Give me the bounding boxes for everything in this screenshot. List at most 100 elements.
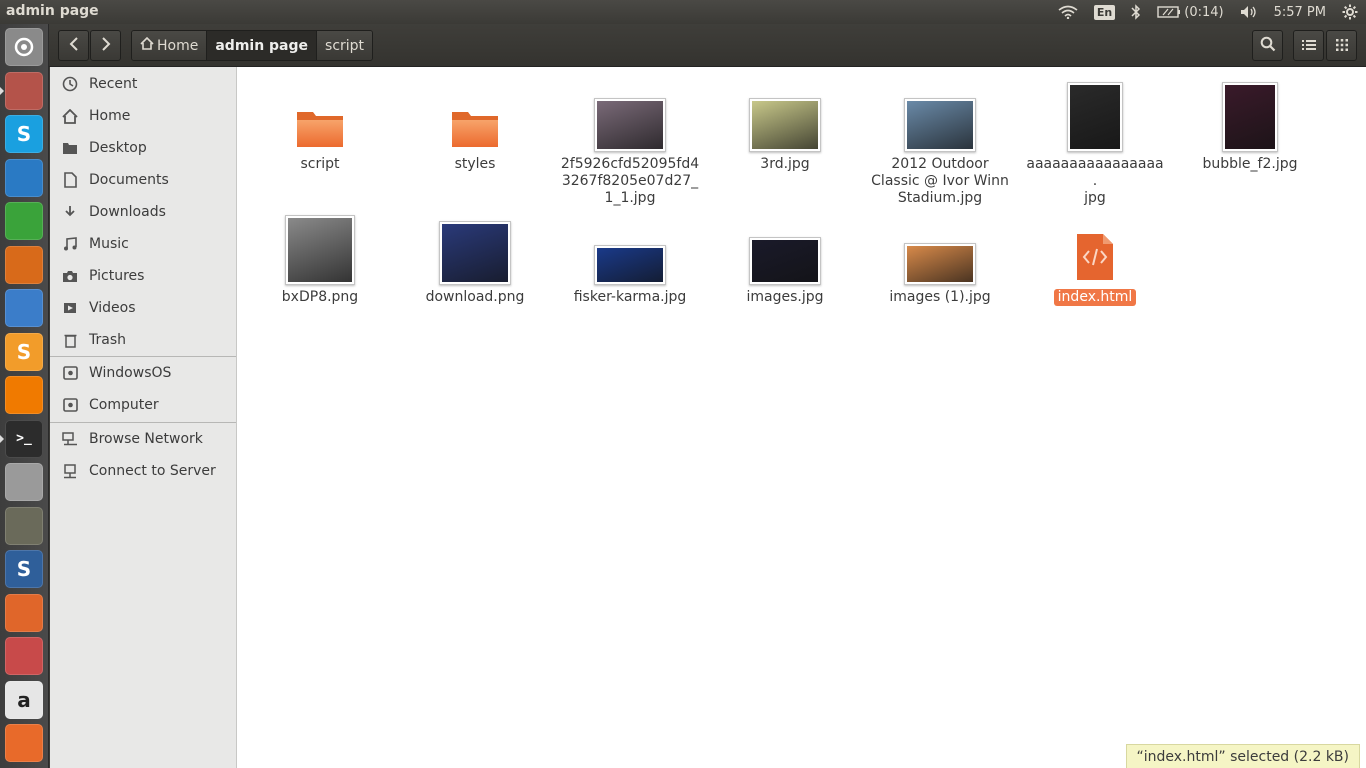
sidebar-item-label: Trash	[89, 332, 126, 348]
html-file-icon	[1076, 233, 1114, 285]
chevron-right-icon	[101, 36, 111, 55]
wifi-icon[interactable]	[1050, 0, 1086, 24]
file-icon-area	[865, 70, 1015, 152]
battery-icon	[1157, 6, 1181, 18]
sidebar-item-label: Desktop	[89, 140, 147, 156]
sidebar-item-documents[interactable]: Documents	[50, 165, 236, 195]
file-item[interactable]: bubble_f2.jpg	[1175, 70, 1325, 173]
path-bar: Home admin page script	[131, 30, 374, 61]
sidebar-item-music[interactable]: Music	[50, 229, 236, 259]
file-item[interactable]: images (1).jpg	[865, 203, 1015, 306]
thumbnail-image	[1225, 85, 1275, 149]
crumb-home[interactable]: Home	[132, 31, 208, 60]
file-item[interactable]: images.jpg	[710, 203, 860, 306]
dash-home-icon[interactable]	[5, 28, 43, 66]
grid-view-button[interactable]	[1326, 30, 1357, 61]
thumbnail-image	[597, 101, 663, 149]
amazon-icon[interactable]: a	[5, 680, 43, 719]
sidebar-item-label: Recent	[89, 76, 138, 92]
file-item[interactable]: styles	[400, 70, 550, 173]
folder-icon	[60, 141, 80, 155]
software-center-icon[interactable]	[5, 724, 43, 762]
crumb-current[interactable]: admin page	[207, 31, 318, 60]
launcher: S S >_ Sa	[0, 24, 49, 768]
file-item[interactable]: script	[245, 70, 395, 173]
sidebar-item-windowsos[interactable]: WindowsOS	[50, 358, 236, 388]
sidebar-item-label: Pictures	[89, 268, 145, 284]
sidebar-item-recent[interactable]: Recent	[50, 69, 236, 99]
file-name: bubble_f2.jpg	[1202, 156, 1298, 172]
sidebar-item-downloads[interactable]: Downloads	[50, 197, 236, 227]
sidebar-item-browse-network[interactable]: Browse Network	[50, 424, 236, 454]
chromium-icon[interactable]	[5, 289, 43, 327]
image-thumbnail	[904, 98, 976, 152]
system-gear-icon[interactable]	[1334, 0, 1366, 24]
file-item[interactable]: bxDP8.png	[245, 203, 395, 306]
sidebar: Recent Home Desktop Documents Downloads Music…	[50, 67, 237, 768]
home-icon	[60, 108, 80, 124]
back-button[interactable]	[58, 30, 89, 61]
launcher-running-indicator	[0, 434, 4, 443]
image-thumbnail	[749, 237, 821, 285]
file-item[interactable]: 3rd.jpg	[710, 70, 860, 173]
file-icon-area	[710, 70, 860, 152]
file-name: script	[300, 156, 340, 172]
files-icon[interactable]	[5, 71, 43, 110]
impress-icon[interactable]	[5, 245, 43, 284]
image-thumbnail	[594, 245, 666, 285]
sidebar-item-desktop[interactable]: Desktop	[50, 133, 236, 163]
sidebar-item-label: Home	[89, 108, 131, 124]
server-icon	[60, 463, 80, 479]
file-item[interactable]: fisker-karma.jpg	[555, 203, 705, 306]
software-s-icon[interactable]: S	[5, 550, 43, 588]
sidebar-item-videos[interactable]: Videos	[50, 293, 236, 323]
gimp-icon[interactable]	[5, 506, 43, 545]
launcher-running-indicator	[0, 86, 4, 95]
file-item[interactable]: aaaaaaaaaaaaaaaa. jpg	[1020, 70, 1170, 207]
sidebar-item-home[interactable]: Home	[50, 101, 236, 131]
search-button[interactable]	[1252, 30, 1283, 61]
file-item[interactable]: index.html	[1020, 203, 1170, 306]
calc-icon[interactable]	[5, 202, 43, 240]
folder-icon	[296, 108, 344, 152]
sublime-icon[interactable]: S	[5, 332, 43, 371]
settings-icon[interactable]	[5, 637, 43, 675]
thumbnail-image	[597, 248, 663, 282]
battery-indicator[interactable]: (0:14)	[1149, 0, 1231, 24]
sidebar-item-connect-to-server[interactable]: Connect to Server	[50, 456, 236, 486]
keyboard-layout-indicator[interactable]: En	[1086, 0, 1123, 24]
top-panel: admin page En (0:14) 5:57 PM	[0, 0, 1366, 24]
bluetooth-icon[interactable]	[1123, 0, 1149, 24]
skype-icon[interactable]: S	[5, 115, 43, 153]
sidebar-item-computer[interactable]: Computer	[50, 390, 236, 420]
crumb-home-label: Home	[157, 37, 199, 54]
thumbnail-image	[442, 224, 508, 282]
clock[interactable]: 5:57 PM	[1266, 0, 1334, 24]
sidebar-item-label: Videos	[89, 300, 136, 316]
vlc-icon[interactable]	[5, 376, 43, 414]
download-icon	[60, 205, 80, 219]
list-icon	[1301, 36, 1316, 55]
thumbnail-image	[288, 218, 352, 282]
forward-button[interactable]	[90, 30, 121, 61]
sidebar-item-trash[interactable]: Trash	[50, 325, 236, 355]
image-thumbnail	[749, 98, 821, 152]
terminal-icon[interactable]: >_	[5, 419, 43, 458]
list-view-button[interactable]	[1293, 30, 1324, 61]
crumb-script[interactable]: script	[317, 31, 373, 60]
file-name: styles	[454, 156, 496, 172]
drive-icon[interactable]	[5, 463, 43, 501]
thumbnail-image	[752, 101, 818, 149]
file-item[interactable]: 2f5926cfd52095fd4 3267f8205e07d27_ 1_1.j…	[555, 70, 705, 207]
volume-icon[interactable]	[1232, 0, 1266, 24]
sidebar-item-label: Downloads	[89, 204, 166, 220]
file-icon-area	[555, 203, 705, 285]
file-item[interactable]: download.png	[400, 203, 550, 306]
sidebar-item-pictures[interactable]: Pictures	[50, 261, 236, 291]
writer-icon[interactable]	[5, 158, 43, 197]
document-icon	[60, 172, 80, 188]
file-item[interactable]: 2012 Outdoor Classic @ Ivor Winn Stadium…	[865, 70, 1015, 207]
file-name: index.html	[1053, 289, 1137, 306]
firefox-icon[interactable]	[5, 593, 43, 632]
header-bar: Home admin page script	[49, 24, 1366, 67]
